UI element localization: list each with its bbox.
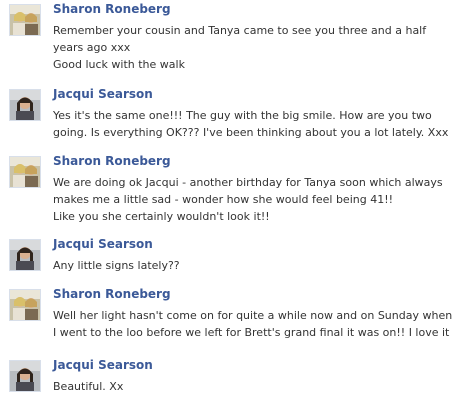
profile-photo[interactable] xyxy=(9,156,41,188)
message-text: Beautiful. Xx xyxy=(53,378,473,395)
profile-photo[interactable] xyxy=(9,239,41,271)
message-line: Yes it's the same one!!! The guy with th… xyxy=(53,109,432,122)
profile-photo[interactable] xyxy=(9,89,41,121)
author-name[interactable]: Jacqui Searson xyxy=(53,87,153,102)
message-line: We are doing ok Jacqui - another birthda… xyxy=(53,176,443,189)
message-line: Good luck with the walk xyxy=(53,58,185,71)
author-name[interactable]: Sharon Roneberg xyxy=(53,154,171,169)
profile-photo[interactable] xyxy=(9,289,41,321)
message-line: Like you she certainly wouldn't look it!… xyxy=(53,210,270,223)
message-text: Well her light hasn't come on for quite … xyxy=(53,307,473,341)
message-text: Remember your cousin and Tanya came to s… xyxy=(53,22,473,73)
message-text: Yes it's the same one!!! The guy with th… xyxy=(53,107,473,141)
author-name[interactable]: Jacqui Searson xyxy=(53,358,153,373)
sharon-avatar-icon xyxy=(10,157,40,187)
sharon-avatar-icon xyxy=(10,290,40,320)
profile-photo[interactable] xyxy=(9,4,41,36)
author-name[interactable]: Sharon Roneberg xyxy=(53,287,171,302)
message-line: going. Is everything OK??? I've been thi… xyxy=(53,126,449,139)
profile-photo[interactable] xyxy=(9,360,41,392)
sharon-avatar-icon xyxy=(10,5,40,35)
message-line: I went to the loo before we left for Bre… xyxy=(53,326,450,339)
message-line: Any little signs lately?? xyxy=(53,259,180,272)
message-text: Any little signs lately?? xyxy=(53,257,473,274)
author-name[interactable]: Sharon Roneberg xyxy=(53,2,171,17)
author-name[interactable]: Jacqui Searson xyxy=(53,237,153,252)
message-line: makes me a little sad - wonder how she w… xyxy=(53,193,394,206)
message-line: Beautiful. Xx xyxy=(53,380,124,393)
message-line: Well her light hasn't come on for quite … xyxy=(53,309,453,322)
jacqui-avatar-icon xyxy=(10,240,40,270)
message-text: We are doing ok Jacqui - another birthda… xyxy=(53,174,473,225)
message-line: Remember your cousin and Tanya came to s… xyxy=(53,24,427,37)
message-line: years ago xxx xyxy=(53,41,131,54)
jacqui-avatar-icon xyxy=(10,90,40,120)
jacqui-avatar-icon xyxy=(10,361,40,391)
